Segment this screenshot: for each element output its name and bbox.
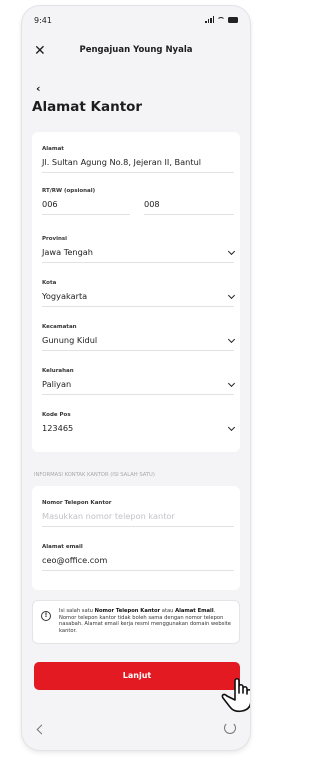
- address-field[interactable]: Alamat Jl. Sultan Agung No.8, Jejeran II…: [42, 146, 234, 173]
- divider: [42, 570, 234, 571]
- kodepos-select[interactable]: Kode Pos 123465: [42, 412, 236, 433]
- info-text-end: .: [213, 608, 216, 614]
- info-icon: !: [41, 611, 51, 621]
- status-icons: [205, 16, 238, 23]
- provinsi-value[interactable]: Jawa Tengah: [42, 247, 234, 257]
- info-text-bold-phone: Nomor Telepon Kantor: [94, 608, 161, 614]
- contact-card: Nomor Telepon Kantor Masukkan nomor tele…: [32, 486, 240, 590]
- info-box: ! Isi salah satu Nomor Telepon Kantor at…: [32, 600, 240, 644]
- rt-input[interactable]: 006: [42, 199, 130, 215]
- divider: [42, 214, 130, 215]
- top-nav: ✕ Pengajuan Young Nyala: [22, 42, 250, 62]
- info-text-prefix: Isi salah satu: [59, 608, 95, 614]
- rtrw-inputs: 006 008: [42, 194, 234, 222]
- nav-title: Pengajuan Young Nyala: [79, 45, 193, 55]
- kota-value[interactable]: Yogyakarta: [42, 291, 234, 301]
- address-card: Alamat Jl. Sultan Agung No.8, Jejeran II…: [32, 132, 240, 452]
- email-value[interactable]: ceo@office.com: [42, 555, 234, 565]
- info-note: Nomor telepon kantor tidak boleh sama de…: [59, 614, 231, 634]
- provinsi-select[interactable]: Provinsi Jawa Tengah: [42, 236, 236, 263]
- phone-placeholder[interactable]: Masukkan nomor telepon kantor: [42, 511, 234, 521]
- divider: [144, 214, 234, 215]
- phone-label: Nomor Telepon Kantor: [42, 500, 112, 506]
- battery-icon: [228, 16, 238, 23]
- kecamatan-label: Kecamatan: [42, 324, 77, 330]
- rw-input[interactable]: 008: [144, 199, 234, 215]
- kelurahan-value[interactable]: Paliyan: [42, 379, 234, 389]
- kecamatan-value[interactable]: Gunung Kidul: [42, 335, 234, 345]
- divider: [42, 306, 234, 307]
- kota-select[interactable]: Kota Yogyakarta: [42, 280, 236, 307]
- kodepos-value[interactable]: 123465: [42, 423, 234, 433]
- address-value[interactable]: Jl. Sultan Agung No.8, Jejeran II, Bantu…: [42, 157, 234, 167]
- divider: [42, 350, 234, 351]
- email-label: Alamat email: [42, 544, 83, 550]
- divider: [42, 172, 234, 173]
- address-label: Alamat: [42, 146, 64, 152]
- status-bar: 9:41: [22, 6, 250, 34]
- rw-value[interactable]: 008: [144, 199, 234, 209]
- phone-field[interactable]: Nomor Telepon Kantor Masukkan nomor tele…: [42, 500, 234, 527]
- kecamatan-select[interactable]: Kecamatan Gunung Kidul: [42, 324, 236, 351]
- rt-value[interactable]: 006: [42, 199, 130, 209]
- divider: [42, 262, 234, 263]
- info-text: Isi salah satu Nomor Telepon Kantor atau…: [59, 608, 233, 634]
- chevron-left-icon[interactable]: ‹: [36, 82, 41, 95]
- continue-button[interactable]: Lanjut: [34, 662, 240, 690]
- info-text-mid: atau: [160, 608, 176, 614]
- kota-label: Kota: [42, 280, 57, 286]
- divider: [42, 526, 234, 527]
- divider: [42, 394, 234, 395]
- info-text-bold-email: Alamat Email: [175, 608, 214, 614]
- kelurahan-select[interactable]: Kelurahan Paliyan: [42, 368, 236, 395]
- phone-frame: 9:41 ✕ Pengajuan Young Nyala ‹ Alamat Ka…: [22, 6, 250, 750]
- status-time: 9:41: [34, 16, 52, 25]
- reload-icon[interactable]: [224, 722, 236, 734]
- kodepos-label: Kode Pos: [42, 412, 71, 418]
- kelurahan-label: Kelurahan: [42, 368, 74, 374]
- signal-icon: [205, 16, 214, 23]
- back-arrow-icon[interactable]: [36, 724, 47, 735]
- browser-bottom-bar: [22, 704, 250, 750]
- email-field[interactable]: Alamat email ceo@office.com: [42, 544, 234, 571]
- rtrw-field: RT/RW (opsional) 006 008: [42, 188, 234, 222]
- contact-section-heading: INFORMASI KONTAK KANTOR (ISI SALAH SATU): [34, 472, 155, 478]
- provinsi-label: Provinsi: [42, 236, 68, 242]
- wifi-icon: [217, 16, 225, 23]
- page-title: Alamat Kantor: [32, 99, 143, 115]
